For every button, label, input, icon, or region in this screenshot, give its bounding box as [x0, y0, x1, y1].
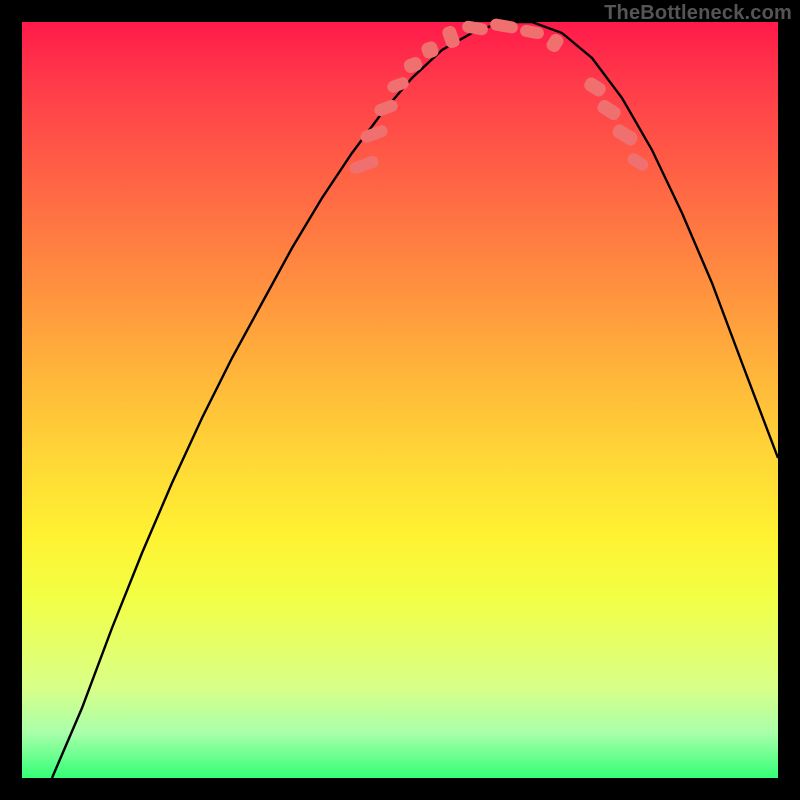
highlight-segment [582, 75, 608, 99]
highlight-segment [489, 18, 519, 35]
highlight-segment [402, 55, 424, 74]
chart-frame [22, 22, 778, 778]
highlight-segment [359, 124, 389, 145]
watermark-label: TheBottleneck.com [604, 2, 792, 25]
highlight-segment [625, 151, 650, 173]
highlight-segment [386, 76, 411, 95]
highlight-segment [519, 24, 545, 40]
highlight-segments [22, 22, 778, 778]
highlight-segment [420, 40, 441, 61]
highlight-segment [610, 122, 639, 148]
highlight-segment [595, 98, 623, 123]
highlight-segment [348, 154, 380, 176]
highlight-segment [544, 32, 565, 55]
highlight-segment [461, 20, 489, 36]
highlight-segment [441, 24, 462, 49]
highlight-segment [373, 98, 400, 117]
